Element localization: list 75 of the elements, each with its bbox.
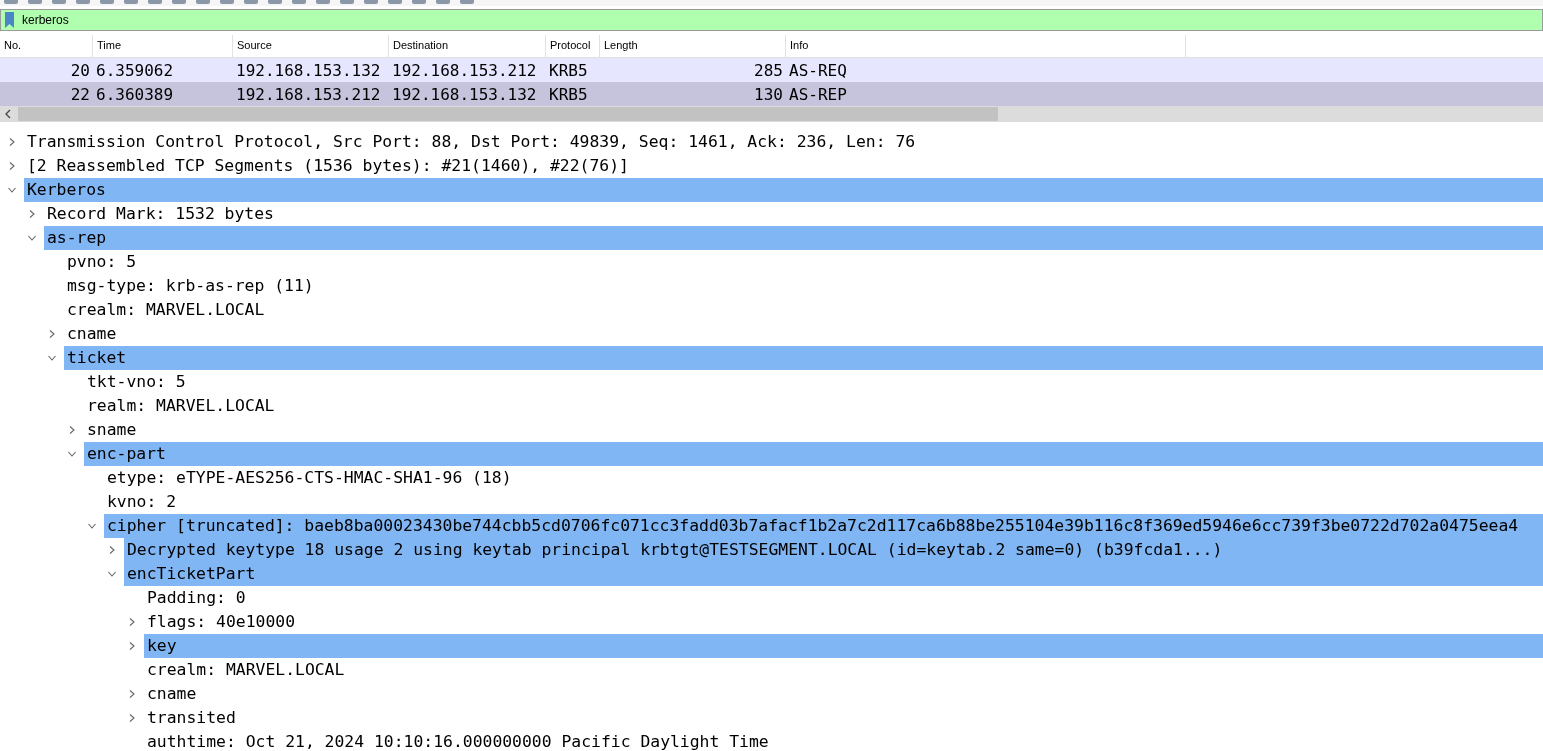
- column-header[interactable]: Protocol: [546, 35, 600, 57]
- packet-row[interactable]: 20 6.359062 192.168.153.132 192.168.153.212 KRB5 285 AS-REQ: [0, 58, 1543, 82]
- chevron-icon[interactable]: [48, 330, 56, 338]
- chevron-icon[interactable]: [108, 570, 116, 578]
- tree-item[interactable]: [2 Reassembled TCP Segments (1536 bytes): #21(1460), #22(76)]: [24, 154, 632, 178]
- tree-item[interactable]: as-rep: [44, 226, 1543, 250]
- tree-item[interactable]: sname: [84, 418, 140, 442]
- tree-item[interactable]: ticket: [64, 346, 1543, 370]
- tree-item[interactable]: crealm: MARVEL.LOCAL: [64, 298, 268, 322]
- toolbar-icon[interactable]: [412, 0, 426, 4]
- tree-item[interactable]: Padding: 0: [144, 586, 249, 610]
- chevron-icon[interactable]: [88, 522, 96, 530]
- tree-item[interactable]: cipher [truncated]: baeb8ba00023430be744cbb5cd0706fc071cc3fadd03b7afacf1b2a7c2d117ca6b88be255104e39b116c8f369ed5946e6cc739f3be0722d702a0475eea4: [104, 514, 1543, 538]
- toolbar-icon[interactable]: [268, 0, 282, 4]
- column-header[interactable]: Destination: [389, 35, 546, 57]
- toolbar-icon[interactable]: [220, 0, 234, 4]
- tree-item[interactable]: cname: [64, 322, 120, 346]
- toolbar-icon[interactable]: [316, 0, 330, 4]
- toolbar-icon[interactable]: [28, 0, 42, 4]
- toolbar-icon[interactable]: [76, 0, 90, 4]
- chevron-icon[interactable]: [28, 210, 36, 218]
- chevron-icon[interactable]: [128, 642, 136, 650]
- chevron-icon[interactable]: [8, 162, 16, 170]
- display-filter-field[interactable]: kerberos: [0, 9, 1543, 31]
- column-header[interactable]: Info: [786, 35, 1186, 57]
- toolbar-icon[interactable]: [196, 0, 210, 4]
- toolbar-icon[interactable]: [172, 0, 186, 4]
- tree-item[interactable]: etype: eTYPE-AES256-CTS-HMAC-SHA1-96 (18): [104, 466, 515, 490]
- tree-item[interactable]: msg-type: krb-as-rep (11): [64, 274, 317, 298]
- tree-item[interactable]: transited: [144, 706, 239, 730]
- toolbar-icon[interactable]: [52, 0, 66, 4]
- tree-item[interactable]: tkt-vno: 5: [84, 370, 189, 394]
- tree-item[interactable]: Kerberos: [24, 178, 1543, 202]
- tree-item[interactable]: kvno: 2: [104, 490, 180, 514]
- chevron-icon[interactable]: [48, 354, 56, 362]
- chevron-icon[interactable]: [128, 690, 136, 698]
- toolbar-icon[interactable]: [460, 0, 474, 4]
- toolbar-icon[interactable]: [244, 0, 258, 4]
- chevron-icon[interactable]: [8, 186, 16, 194]
- tree-item[interactable]: Transmission Control Protocol, Src Port: 88, Dst Port: 49839, Seq: 1461, Ack: 236, Len: 76: [24, 130, 919, 154]
- tree-item[interactable]: pvno: 5: [64, 250, 140, 274]
- tree-item[interactable]: flags: 40e10000: [144, 610, 299, 634]
- chevron-icon[interactable]: [68, 426, 76, 434]
- tree-item[interactable]: Record Mark: 1532 bytes: [44, 202, 277, 226]
- tree-item[interactable]: realm: MARVEL.LOCAL: [84, 394, 278, 418]
- scrollbar-thumb[interactable]: [18, 107, 998, 121]
- tree-item[interactable]: key: [144, 634, 1543, 658]
- toolbar-icon[interactable]: [148, 0, 162, 4]
- toolbar-icon[interactable]: [340, 0, 354, 4]
- tree-item[interactable]: enc-part: [84, 442, 1543, 466]
- packet-row[interactable]: 22 6.360389 192.168.153.212 192.168.153.132 KRB5 130 AS-REP: [0, 82, 1543, 106]
- tree-item[interactable]: cname: [144, 682, 200, 706]
- column-header[interactable]: Time: [93, 35, 233, 57]
- chevron-icon[interactable]: [28, 234, 36, 242]
- chevron-icon[interactable]: [68, 450, 76, 458]
- toolbar-icon[interactable]: [388, 0, 402, 4]
- toolbar-icon[interactable]: [292, 0, 306, 4]
- toolbar-icon[interactable]: [124, 0, 138, 4]
- horizontal-scrollbar[interactable]: [0, 106, 1543, 122]
- chevron-icon[interactable]: [128, 714, 136, 722]
- bookmark-icon[interactable]: [5, 12, 14, 28]
- chevron-icon[interactable]: [108, 546, 116, 554]
- chevron-icon[interactable]: [8, 138, 16, 146]
- tree-item[interactable]: crealm: MARVEL.LOCAL: [144, 658, 348, 682]
- chevron-icon[interactable]: [128, 618, 136, 626]
- toolbar-icon[interactable]: [436, 0, 450, 4]
- column-header[interactable]: Length: [600, 35, 786, 57]
- tree-item[interactable]: Decrypted keytype 18 usage 2 using keytab principal krbtgt@TESTSEGMENT.LOCAL (id=keytab.2 same=0) (b39fcda1...): [124, 538, 1543, 562]
- tree-item[interactable]: authtime: Oct 21, 2024 10:10:16.000000000 Pacific Daylight Time: [144, 730, 772, 751]
- column-header[interactable]: No.: [0, 35, 93, 57]
- column-header[interactable]: Source: [233, 35, 389, 57]
- toolbar-icon[interactable]: [100, 0, 114, 4]
- tree-item[interactable]: encTicketPart: [124, 562, 1543, 586]
- toolbar-icon[interactable]: [364, 0, 378, 4]
- toolbar-icon[interactable]: [4, 0, 18, 4]
